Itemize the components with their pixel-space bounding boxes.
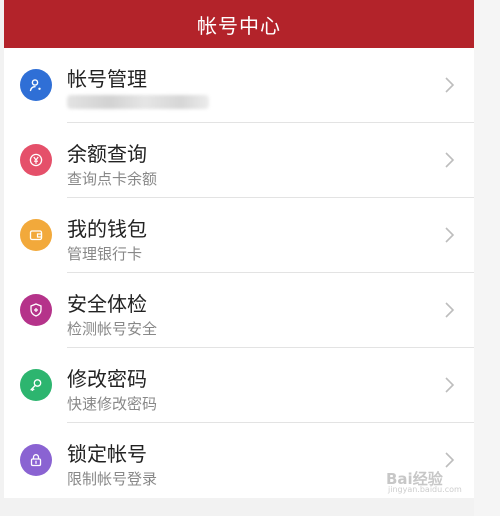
menu-item-subtitle: 快速修改密码 bbox=[67, 395, 158, 413]
chevron-right-icon bbox=[444, 376, 456, 394]
menu-item-my-wallet[interactable]: 我的钱包 管理银行卡 bbox=[4, 198, 474, 273]
chevron-right-icon bbox=[444, 76, 456, 94]
page-title: 帐号中心 bbox=[197, 13, 281, 38]
menu-item-subtitle: 检测帐号安全 bbox=[67, 320, 158, 338]
menu-item-title: 锁定帐号 bbox=[67, 442, 147, 466]
menu-item-title: 帐号管理 bbox=[67, 67, 147, 91]
screen-edge bbox=[474, 0, 500, 516]
menu-item-account-management[interactable]: 帐号管理 bbox=[4, 48, 474, 123]
wallet-icon bbox=[20, 219, 52, 251]
chevron-right-icon bbox=[444, 151, 456, 169]
app-screen: 帐号中心 帐号管理 余额查询 查询点卡余额 我的钱包 管理银行卡 安全体检 检测… bbox=[0, 0, 500, 516]
menu-item-title: 修改密码 bbox=[67, 367, 147, 391]
top-bar: 帐号中心 bbox=[4, 0, 474, 48]
shield-icon bbox=[20, 294, 52, 326]
menu-item-change-password[interactable]: 修改密码 快速修改密码 bbox=[4, 348, 474, 423]
yen-coin-icon bbox=[20, 144, 52, 176]
menu-item-title: 余额查询 bbox=[67, 142, 147, 166]
baidu-jingyan-watermark: Bai经验 jingyan.baidu.com bbox=[386, 466, 478, 496]
key-icon bbox=[20, 369, 52, 401]
watermark-subtext: jingyan.baidu.com bbox=[388, 485, 462, 494]
menu-item-balance-query[interactable]: 余额查询 查询点卡余额 bbox=[4, 123, 474, 198]
masked-account-text bbox=[67, 95, 209, 109]
chevron-right-icon bbox=[444, 301, 456, 319]
menu-item-subtitle: 查询点卡余额 bbox=[67, 170, 158, 188]
menu-item-title: 安全体检 bbox=[67, 292, 147, 316]
menu-item-security-check[interactable]: 安全体检 检测帐号安全 bbox=[4, 273, 474, 348]
user-icon bbox=[20, 69, 52, 101]
chevron-right-icon bbox=[444, 226, 456, 244]
menu-item-title: 我的钱包 bbox=[67, 217, 147, 241]
menu-item-subtitle: 限制帐号登录 bbox=[67, 470, 158, 488]
menu-list: 帐号管理 余额查询 查询点卡余额 我的钱包 管理银行卡 安全体检 检测帐号安全 … bbox=[4, 48, 474, 498]
menu-item-subtitle: 管理银行卡 bbox=[67, 245, 143, 263]
lock-icon bbox=[20, 444, 52, 476]
